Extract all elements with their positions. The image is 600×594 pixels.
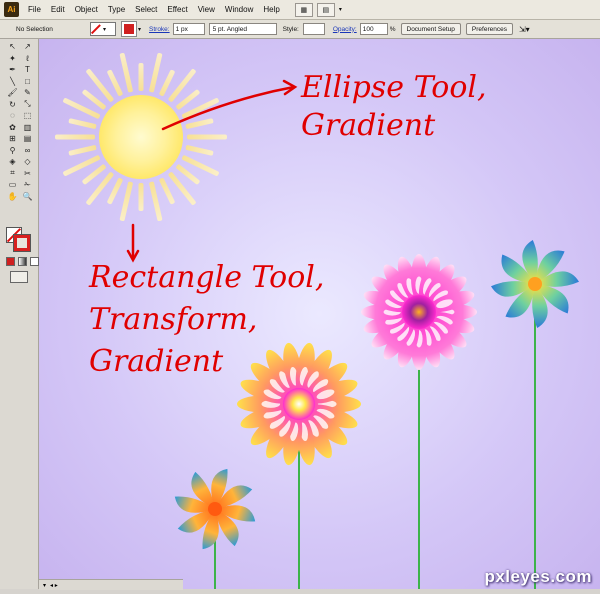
brush-name: 5 pt. Angled — [212, 25, 247, 33]
menu-view[interactable]: View — [193, 5, 220, 14]
flower-center — [402, 295, 436, 329]
sun-ray — [55, 134, 95, 140]
chevron-down-icon[interactable]: ▾ — [138, 26, 141, 33]
watermark: pxleyes.com — [484, 567, 592, 586]
graphic-style-dropdown[interactable] — [302, 23, 325, 35]
fill-color-picker[interactable]: ▾ — [90, 22, 116, 36]
preferences-button[interactable]: Preferences — [465, 23, 513, 35]
zoom-tool-icon[interactable]: 🔍 — [20, 191, 35, 203]
rectangle-note-line2: Transform, — [89, 302, 257, 337]
ellipse-note-line2: Gradient — [301, 108, 436, 143]
type-tool-icon[interactable]: T — [20, 64, 35, 76]
opacity-unit: % — [389, 25, 396, 33]
sun-ray — [187, 134, 227, 140]
column-graph-tool-icon[interactable]: ▥ — [20, 122, 35, 134]
menu-file[interactable]: File — [23, 5, 46, 14]
paintbrush-tool-icon[interactable]: 🖌 — [5, 87, 20, 99]
menu-bar: Ai File Edit Object Type Select Effect V… — [0, 0, 600, 20]
gradient-tool-icon[interactable]: ▤ — [20, 133, 35, 145]
tool-grid: ↖ ↗ ✦ ℓ ✒ T ╲ □ 🖌 ✎ ↻ ⤡ ◌ ⬚ ✿ ▥ ⊞ ▤ ⚲ ∞ ◈ ◇ ⌗ ✂ ▭ ✁ ✋ 🔍 — [5, 41, 35, 202]
artboard[interactable]: Ellipse Tool, Gradient Rectangle Tool, T… — [39, 39, 600, 589]
pen-tool-icon[interactable]: ✒ — [5, 64, 20, 76]
windmill-center — [528, 277, 542, 291]
free-transform-tool-icon[interactable]: ⬚ — [20, 110, 35, 122]
selection-status: No Selection — [16, 25, 53, 33]
chevron-down-icon[interactable]: ▾ — [339, 6, 342, 13]
rotate-tool-icon[interactable]: ↻ — [5, 99, 20, 111]
eyedropper-tool-icon[interactable]: ⚲ — [5, 145, 20, 157]
blend-tool-icon[interactable]: ∞ — [20, 145, 35, 157]
menu-edit[interactable]: Edit — [46, 5, 70, 14]
stroke-label[interactable]: Stroke: — [149, 26, 170, 33]
sun-ray — [138, 183, 144, 211]
artboard-nav-icon[interactable]: ◂ ▸ — [50, 582, 58, 589]
zoom-menu-icon[interactable]: ▾ — [43, 582, 46, 589]
line-tool-icon[interactable]: ╲ — [5, 76, 20, 88]
rectangle-tool-icon[interactable]: □ — [20, 76, 35, 88]
windmill-center — [208, 502, 222, 516]
panel-menu-icon[interactable]: ⇲▾ — [519, 25, 530, 34]
flower-center — [283, 388, 315, 420]
screen-mode-button[interactable] — [10, 271, 28, 283]
rectangle-note-line3: Gradient — [89, 344, 224, 379]
opacity-field[interactable]: 100 — [359, 23, 388, 35]
tools-panel: ↖ ↗ ✦ ℓ ✒ T ╲ □ 🖌 ✎ ↻ ⤡ ◌ ⬚ ✿ ▥ ⊞ ▤ ⚲ ∞ ◈ ◇ ⌗ ✂ ▭ ✁ ✋ 🔍 — [0, 39, 39, 589]
menu-type[interactable]: Type — [103, 5, 130, 14]
mesh-tool-icon[interactable]: ⊞ — [5, 133, 20, 145]
none-fill-icon — [91, 24, 101, 34]
rectangle-note-line1: Rectangle Tool, — [88, 260, 324, 295]
stroke-weight-value: 1 px — [175, 25, 188, 33]
magic-wand-tool-icon[interactable]: ✦ — [5, 53, 20, 65]
color-button[interactable] — [6, 257, 15, 266]
status-bar: ▾ ◂ ▸ — [39, 579, 183, 590]
brush-definition-dropdown[interactable]: 5 pt. Angled — [208, 23, 277, 35]
app-logo-icon: Ai — [4, 2, 19, 17]
pencil-tool-icon[interactable]: ✎ — [20, 87, 35, 99]
menu-object[interactable]: Object — [70, 5, 103, 14]
symbol-sprayer-tool-icon[interactable]: ✿ — [5, 122, 20, 134]
crop-tool-icon[interactable]: ⌗ — [5, 168, 20, 180]
menu-window[interactable]: Window — [220, 5, 258, 14]
arrange-documents-button[interactable]: ▤ — [316, 2, 335, 17]
slice-tool-icon[interactable]: ✂ — [20, 168, 35, 180]
stroke-swatch[interactable] — [13, 234, 31, 252]
document-setup-button[interactable]: Document Setup — [400, 23, 461, 35]
color-mode-buttons — [6, 257, 39, 266]
direct-selection-tool-icon[interactable]: ↗ — [20, 41, 35, 53]
gradient-button[interactable] — [18, 257, 27, 266]
artwork: Ellipse Tool, Gradient Rectangle Tool, T… — [39, 39, 600, 589]
scale-tool-icon[interactable]: ⤡ — [20, 99, 35, 111]
lasso-tool-icon[interactable]: ℓ — [20, 53, 35, 65]
scissors-tool-icon[interactable]: ✁ — [20, 179, 35, 191]
sun-disc — [99, 95, 183, 179]
fill-stroke-swatches[interactable] — [6, 227, 34, 253]
control-bar: No Selection ▾ ▾ Stroke: 1 px 5 pt. Angl… — [0, 20, 600, 39]
warp-tool-icon[interactable]: ◌ — [5, 110, 20, 122]
menu-effect[interactable]: Effect — [162, 5, 192, 14]
style-label: Style: — [282, 25, 299, 33]
selection-tool-icon[interactable]: ↖ — [5, 41, 20, 53]
live-paint-tool-icon[interactable]: ◈ — [5, 156, 20, 168]
opacity-label[interactable]: Opacity: — [333, 26, 357, 33]
menu-help[interactable]: Help — [258, 5, 284, 14]
opacity-value: 100 — [362, 25, 374, 33]
menu-select[interactable]: Select — [130, 5, 162, 14]
stroke-weight-field[interactable]: 1 px — [172, 23, 205, 35]
stroke-color-picker[interactable] — [121, 21, 137, 37]
bridge-button[interactable]: ▦ — [294, 2, 313, 17]
eraser-tool-icon[interactable]: ▭ — [5, 179, 20, 191]
live-paint-selection-icon[interactable]: ◇ — [20, 156, 35, 168]
hand-tool-icon[interactable]: ✋ — [5, 191, 20, 203]
none-button[interactable] — [30, 257, 39, 266]
chevron-down-icon: ▾ — [103, 26, 107, 33]
sun-ray — [138, 63, 144, 91]
ellipse-note-line1: Ellipse Tool, — [300, 70, 487, 105]
